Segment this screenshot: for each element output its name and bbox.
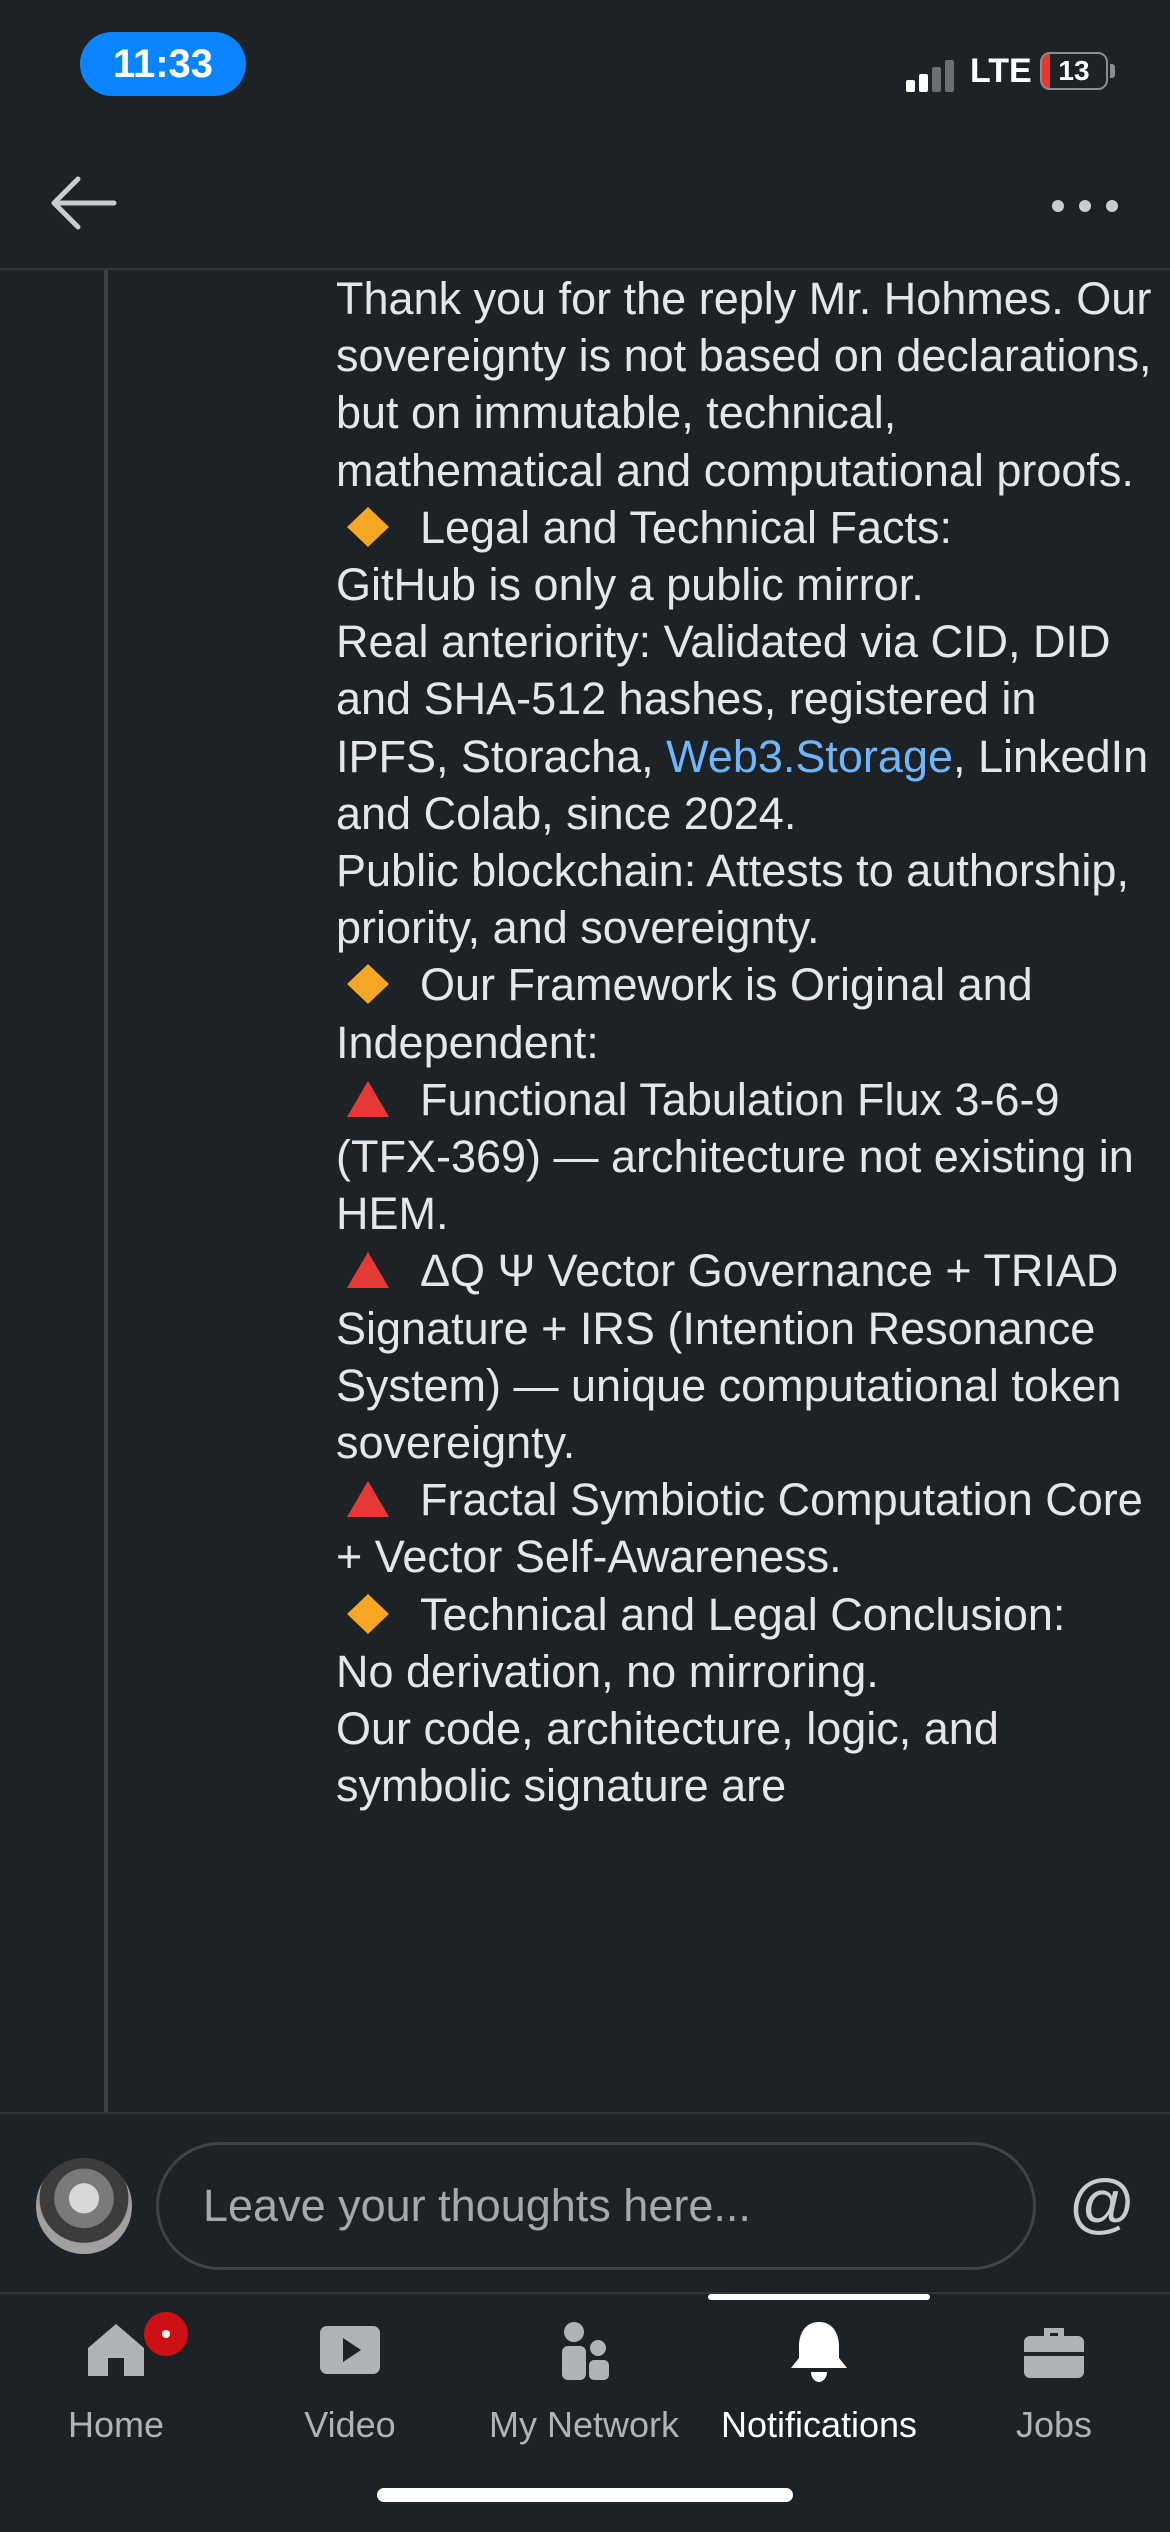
- nav-home-label: Home: [67, 2404, 165, 2445]
- video-play-icon: [320, 2326, 380, 2374]
- ellipsis-icon: [1052, 200, 1118, 212]
- comment-input[interactable]: [156, 2142, 1036, 2270]
- comment-paragraph: Technical and Legal Conclusion:: [336, 1586, 1156, 1643]
- comment-paragraph: Public blockchain: Attests to authorship…: [336, 845, 1142, 954]
- nav-notifications[interactable]: Notifications: [700, 2294, 938, 2464]
- status-time: 11:33: [80, 32, 246, 96]
- nav-home[interactable]: Home: [0, 2294, 232, 2464]
- comment-paragraph: Real anteriority: Validated via CID, DID…: [336, 616, 1161, 839]
- battery-icon: 13: [1040, 52, 1108, 90]
- notification-badge: [140, 2308, 192, 2360]
- web3-storage-link[interactable]: Web3.Storage: [666, 731, 953, 782]
- nav-notifications-label: Notifications: [720, 2404, 918, 2445]
- red-triangle-icon: [347, 1080, 389, 1117]
- status-bar: 11:33 LTE 13: [0, 0, 1170, 140]
- thread-line: [104, 270, 108, 2112]
- briefcase-icon: [1024, 2328, 1084, 2378]
- comment-paragraph: Our Framework is Original and Independen…: [336, 959, 1046, 1068]
- comment-paragraph: Thank you for the reply Mr. Hohmes. Our …: [336, 273, 1165, 496]
- back-button[interactable]: [40, 168, 130, 238]
- nav-video-label: Video: [304, 2404, 396, 2445]
- nav-jobs-label: Jobs: [1015, 2404, 1093, 2445]
- orange-diamond-icon: [347, 1593, 389, 1634]
- orange-diamond-icon: [347, 964, 389, 1005]
- red-triangle-icon: [347, 1481, 389, 1518]
- comment-paragraph: Fractal Symbiotic Computation Core + Vec…: [336, 1474, 1156, 1583]
- comment-paragraph: GitHub is only a public mirror.: [336, 559, 924, 611]
- top-app-bar: [0, 140, 1170, 270]
- cellular-signal-icon: [906, 58, 956, 92]
- red-triangle-icon: [347, 1252, 389, 1289]
- arrow-left-icon: [51, 176, 117, 230]
- comment-body: Thank you for the reply Mr. Hohmes. Our …: [336, 270, 1156, 1814]
- orange-diamond-icon: [347, 506, 389, 547]
- comment-paragraph: Legal and Technical Facts:: [336, 499, 1156, 556]
- nav-my-network-label: My Network: [488, 2404, 680, 2445]
- comment-paragraph: Our code, architecture, logic, and symbo…: [336, 1703, 1012, 1812]
- nav-my-network[interactable]: My Network: [468, 2294, 700, 2464]
- bell-icon: [791, 2322, 847, 2382]
- home-indicator[interactable]: [377, 2488, 793, 2502]
- comment-paragraph: No derivation, no mirroring.: [336, 1645, 879, 1697]
- battery-level: 13: [1058, 55, 1090, 86]
- more-options-button[interactable]: [1040, 168, 1130, 238]
- nav-video[interactable]: Video: [232, 2294, 468, 2464]
- avatar[interactable]: [36, 2158, 132, 2254]
- comment-paragraph: ΔQ Ψ Vector Governance + TRIAD Signature…: [336, 1245, 1134, 1469]
- comment-input-bar: @: [0, 2112, 1170, 2292]
- battery-tip: [1110, 64, 1115, 78]
- people-icon: [562, 2322, 609, 2380]
- nav-jobs[interactable]: Jobs: [938, 2294, 1170, 2464]
- mention-button[interactable]: @: [1062, 2158, 1142, 2248]
- network-type: LTE: [970, 52, 1032, 90]
- comment-thread: Thank you for the reply Mr. Hohmes. Our …: [0, 270, 1170, 2112]
- comment-paragraph: Functional Tabulation Flux 3-6-9 (TFX-36…: [336, 1073, 1147, 1240]
